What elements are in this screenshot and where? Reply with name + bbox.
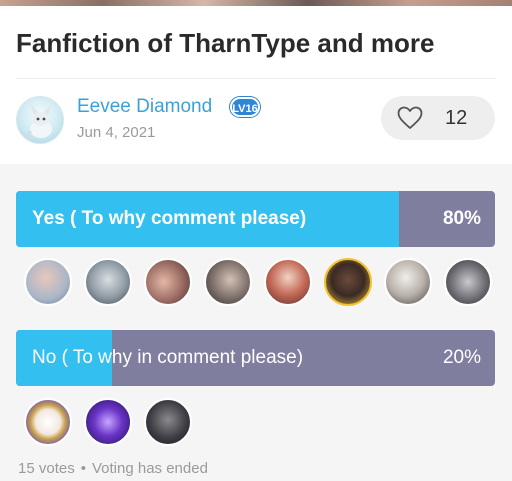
voter-avatar[interactable] xyxy=(24,398,72,446)
voter-avatar[interactable] xyxy=(264,258,312,306)
like-button[interactable]: 12 xyxy=(381,96,495,140)
poll-option-yes-label: Yes ( To why comment please) xyxy=(32,208,307,229)
vote-count: 15 votes xyxy=(18,460,75,477)
voter-avatar[interactable] xyxy=(84,258,132,306)
voting-status: Voting has ended xyxy=(91,460,208,477)
post-date: Jun 4, 2021 xyxy=(77,124,156,141)
eevee-avatar-icon xyxy=(25,102,53,143)
poll-option-yes[interactable]: Yes ( To why comment please) 80% xyxy=(16,191,495,247)
voter-avatar[interactable] xyxy=(144,398,192,446)
heart-outline-icon xyxy=(397,106,423,129)
header-image-strip xyxy=(0,0,512,6)
footer-separator: • xyxy=(80,460,86,477)
like-count: 12 xyxy=(445,107,468,129)
voter-avatar[interactable] xyxy=(84,398,132,446)
title-divider xyxy=(16,78,496,79)
poll-option-no-label: No ( To why in comment please) xyxy=(32,347,304,368)
voter-avatar[interactable] xyxy=(324,258,372,306)
voter-avatar[interactable] xyxy=(384,258,432,306)
poll-option-no[interactable]: No ( To why in comment please) 20% xyxy=(16,330,495,386)
post-title: Fanfiction of TharnType and more xyxy=(16,28,435,58)
author-name-link[interactable]: Eevee Diamond xyxy=(77,96,212,118)
poll-option-no-percent: 20% xyxy=(442,347,481,368)
poll-footer: 15 votes • Voting has ended xyxy=(18,460,208,477)
author-avatar[interactable] xyxy=(16,96,64,144)
poll-option-yes-percent: 80% xyxy=(442,208,481,229)
voter-avatar[interactable] xyxy=(204,258,252,306)
voter-avatar[interactable] xyxy=(24,258,72,306)
voter-avatar[interactable] xyxy=(144,258,192,306)
level-badge: LV16 xyxy=(230,97,260,117)
voter-avatar[interactable] xyxy=(444,258,492,306)
